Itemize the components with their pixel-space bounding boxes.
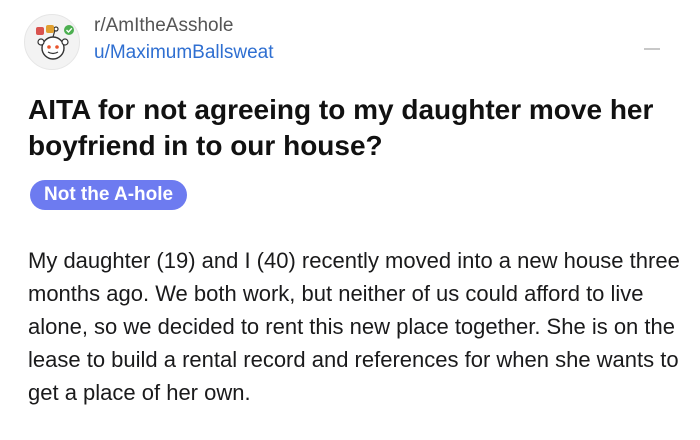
post-header: r/AmItheAsshole u/MaximumBallsweat [24, 10, 674, 70]
post-meta: r/AmItheAsshole u/MaximumBallsweat [94, 14, 274, 66]
subreddit-name[interactable]: r/AmItheAsshole [94, 14, 274, 38]
post-flair-badge[interactable]: Not the A-hole [30, 180, 188, 210]
post-title: AITA for not agreeing to my daughter mov… [28, 94, 654, 161]
more-options-icon[interactable] [642, 46, 662, 52]
subreddit-avatar-icon[interactable] [24, 14, 80, 70]
post-body: My daughter (19) and I (40) recently mov… [28, 248, 680, 405]
author-username[interactable]: u/MaximumBallsweat [94, 40, 274, 66]
